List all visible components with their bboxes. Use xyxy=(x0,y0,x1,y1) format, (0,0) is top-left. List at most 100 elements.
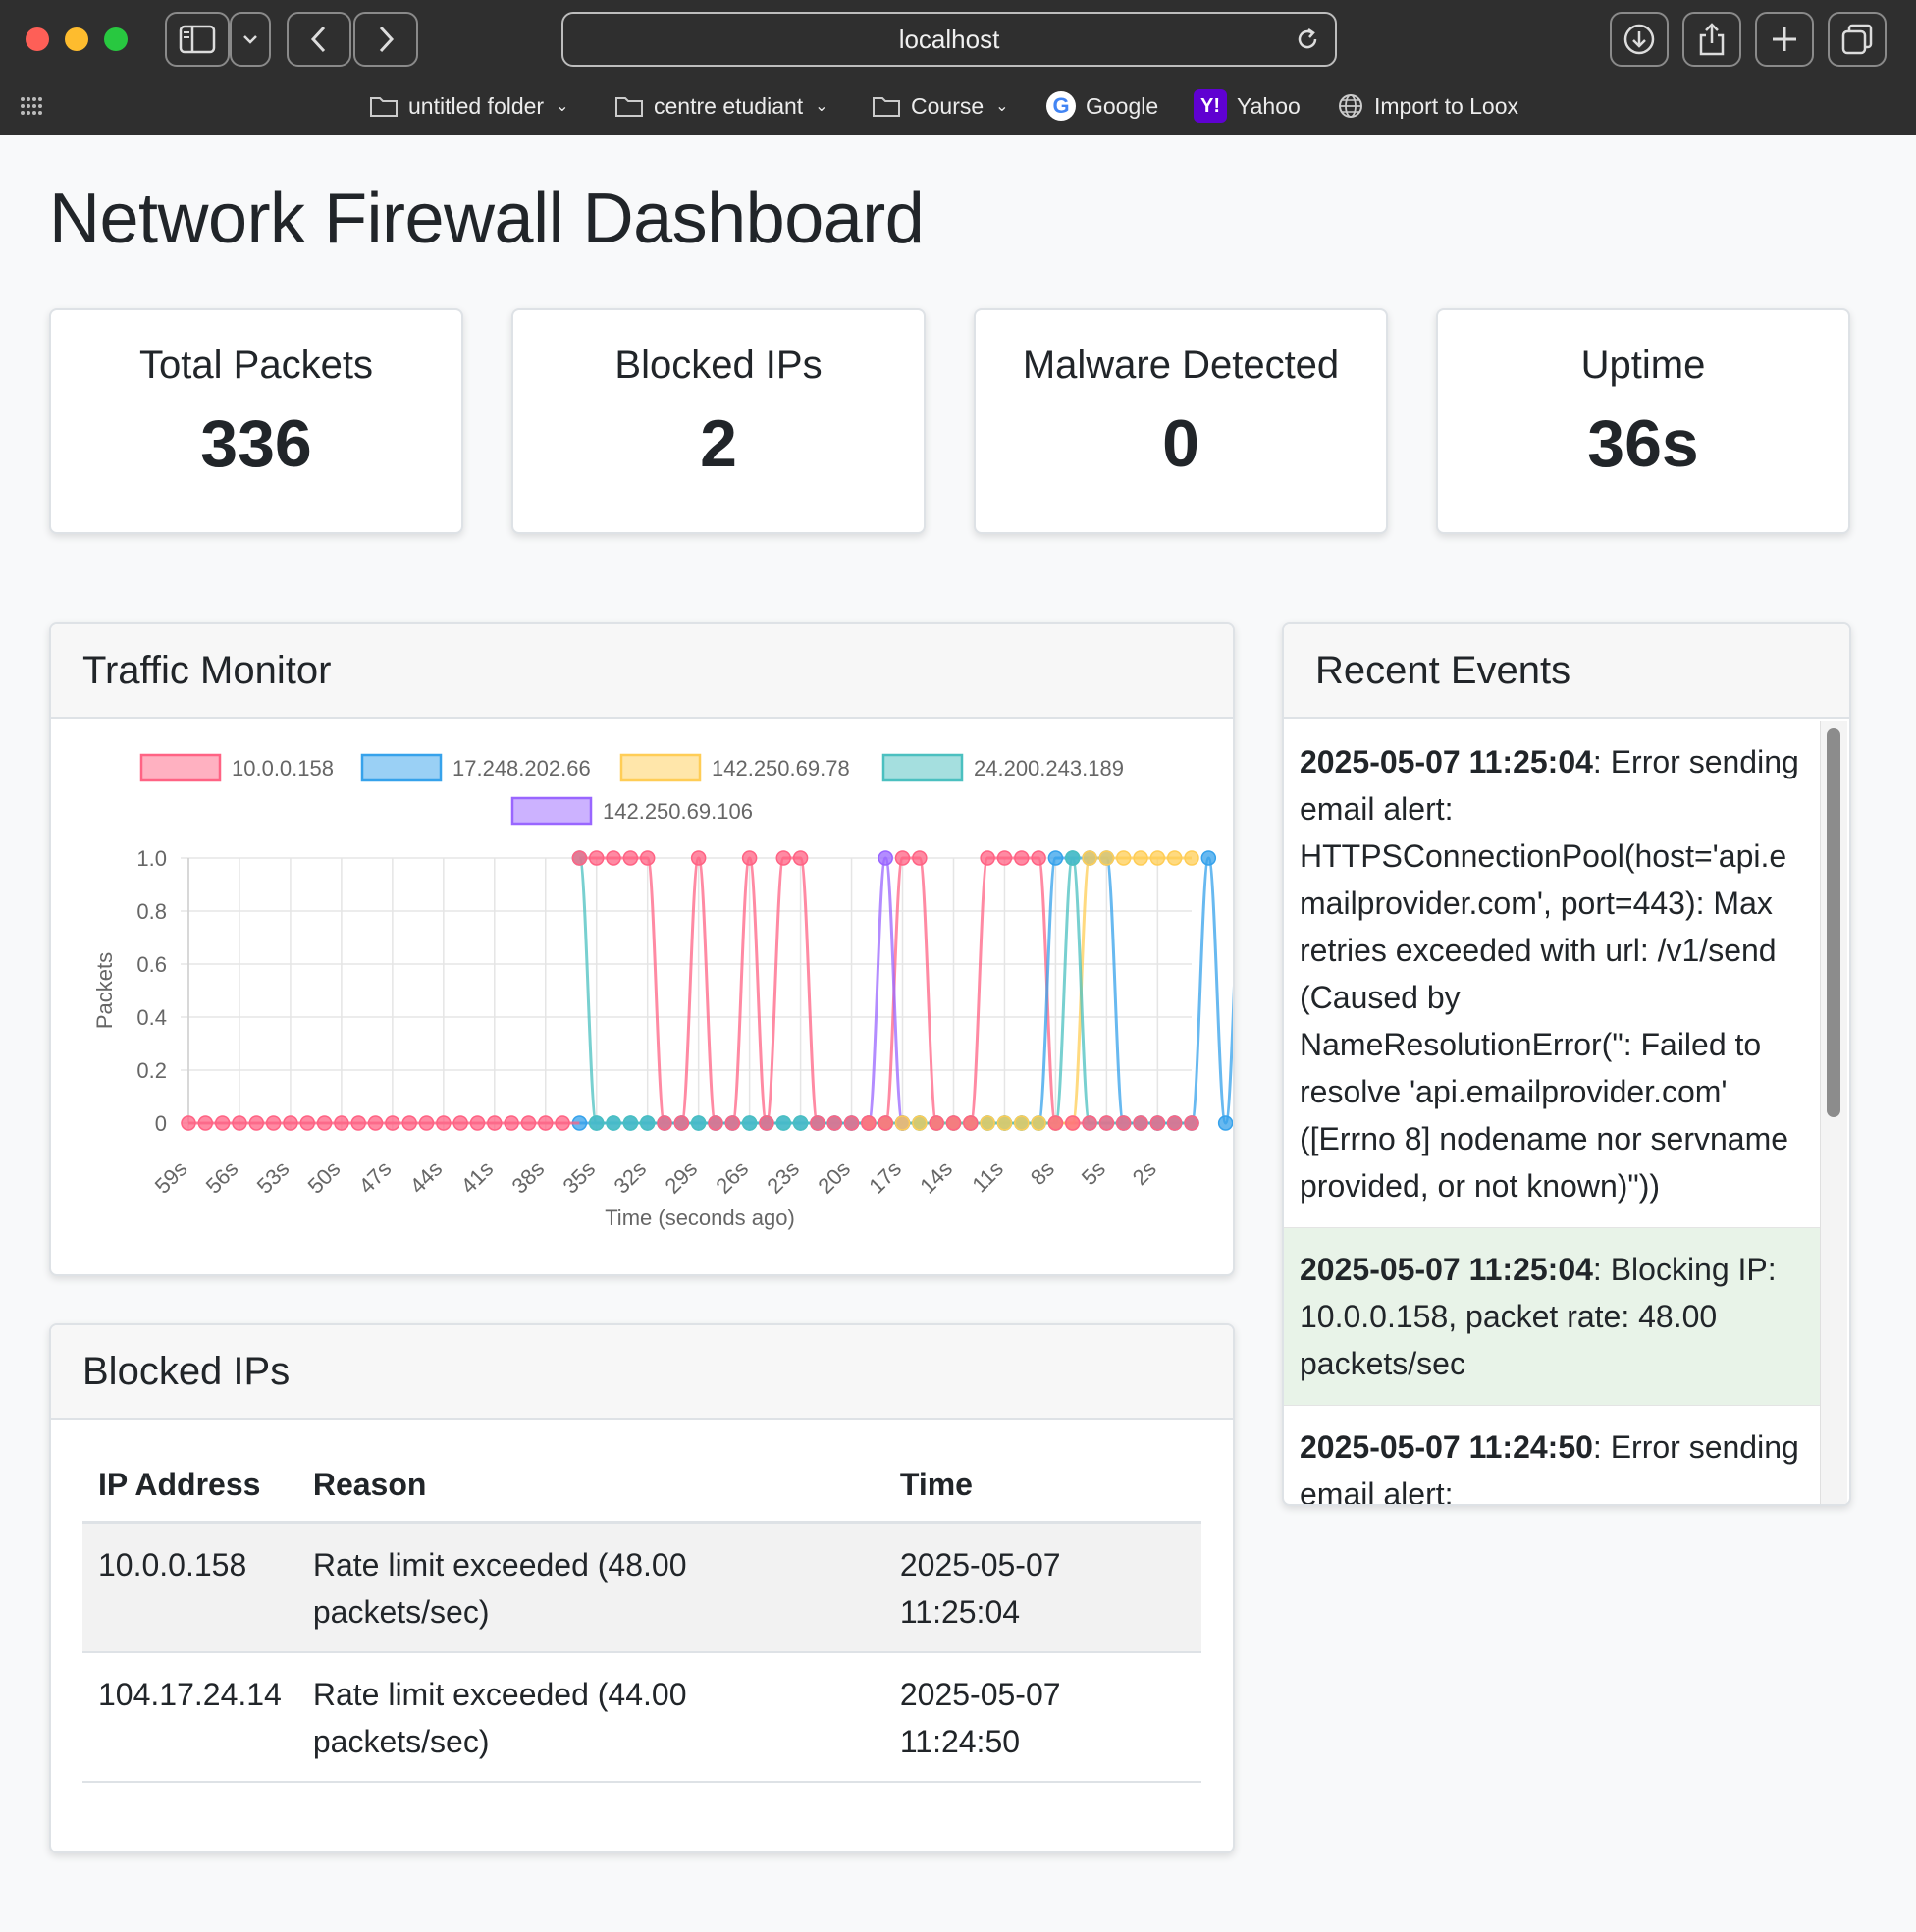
y-axis-title: Packets xyxy=(92,952,117,1029)
legend-label: 142.250.69.106 xyxy=(603,799,753,824)
event-message: : Error sending email alert: HTTPSConnec… xyxy=(1300,744,1799,1204)
data-point xyxy=(1184,1115,1199,1131)
column-header-reason: Reason xyxy=(296,1447,884,1524)
sidebar-icon xyxy=(179,25,216,54)
bookmarks-bar: untitled folder ⌄ centre etudiant ⌄ Course… xyxy=(0,86,1916,126)
cell-time: 2025-05-07 11:25:04 xyxy=(883,1522,1201,1653)
data-point xyxy=(980,850,995,866)
bookmark-centre-etudiant[interactable]: centre etudiant ⌄ xyxy=(614,86,828,126)
chevron-right-icon xyxy=(379,26,395,53)
column-header-time: Time xyxy=(883,1447,1201,1524)
sidebar-toggle-button[interactable] xyxy=(165,12,230,67)
folder-icon xyxy=(873,97,900,117)
data-point xyxy=(894,1115,911,1131)
cell-ip: 104.17.24.14 xyxy=(82,1652,297,1783)
globe-icon xyxy=(1339,94,1362,118)
x-tick-label: 32s xyxy=(609,1156,651,1199)
x-tick-label: 44s xyxy=(405,1156,448,1199)
data-point xyxy=(1064,850,1081,866)
data-point xyxy=(996,850,1013,866)
x-tick-label: 23s xyxy=(762,1156,804,1199)
x-tick-label: 47s xyxy=(354,1156,397,1199)
data-point xyxy=(1217,1115,1233,1131)
downloads-button[interactable] xyxy=(1610,12,1669,67)
data-point xyxy=(861,1115,877,1131)
bookmark-yahoo[interactable]: Y! Yahoo xyxy=(1194,86,1301,126)
legend-swatch xyxy=(139,753,222,782)
data-point xyxy=(810,1115,825,1131)
address-bar[interactable]: localhost xyxy=(561,12,1337,67)
data-point xyxy=(657,1115,672,1131)
bookmark-google[interactable]: G Google xyxy=(1046,86,1158,126)
y-tick-label: 0.8 xyxy=(136,899,167,924)
stat-value: 2 xyxy=(700,406,737,481)
stat-value: 336 xyxy=(200,406,312,481)
blocked-ips-panel: Blocked IPs IP Address Reason Time 10.0.… xyxy=(49,1323,1235,1853)
reload-icon[interactable] xyxy=(1294,26,1321,53)
data-point xyxy=(724,1115,741,1131)
legend-label: 10.0.0.158 xyxy=(232,756,334,780)
x-tick-label: 38s xyxy=(507,1156,550,1199)
data-point xyxy=(1200,850,1217,866)
stat-label: Blocked IPs xyxy=(614,344,823,387)
sidebar-menu-button[interactable] xyxy=(230,12,271,67)
forward-button[interactable] xyxy=(353,12,418,67)
data-point xyxy=(622,850,639,866)
x-tick-label: 56s xyxy=(201,1156,243,1199)
data-point xyxy=(878,850,893,866)
data-point xyxy=(826,1115,842,1131)
chevron-down-icon: ⌄ xyxy=(815,98,828,115)
stat-card-malware-detected: Malware Detected 0 xyxy=(974,308,1388,534)
chevron-down-icon: ⌄ xyxy=(556,98,569,115)
data-point xyxy=(639,850,656,866)
legend-swatch xyxy=(881,753,964,782)
data-point xyxy=(963,1115,979,1131)
close-window-button[interactable] xyxy=(26,27,49,51)
events-scrollbar[interactable] xyxy=(1820,721,1847,1504)
minimize-window-button[interactable] xyxy=(65,27,88,51)
data-point xyxy=(775,850,792,866)
back-button[interactable] xyxy=(287,12,351,67)
data-point xyxy=(912,850,928,866)
browser-toolbar: localhost untitled folder ⌄ centre etudia… xyxy=(0,0,1916,135)
x-tick-label: 8s xyxy=(1026,1156,1059,1190)
data-point xyxy=(1115,1115,1132,1131)
apps-grid-icon[interactable] xyxy=(20,96,43,116)
share-icon xyxy=(1699,23,1725,56)
data-point xyxy=(1047,1115,1064,1131)
legend-label: 17.248.202.66 xyxy=(452,756,591,780)
scrollbar-thumb[interactable] xyxy=(1827,728,1840,1117)
bookmark-course[interactable]: Course ⌄ xyxy=(872,86,1009,126)
tab-overview-button[interactable] xyxy=(1828,12,1887,67)
stat-label: Malware Detected xyxy=(1022,344,1340,387)
data-point xyxy=(878,1115,893,1131)
recent-events-panel: Recent Events 2025-05-07 11:25:04: Error… xyxy=(1282,622,1851,1506)
bookmark-import-to-loox[interactable]: Import to Loox xyxy=(1337,86,1518,126)
panel-title: Recent Events xyxy=(1284,624,1849,719)
events-list[interactable]: 2025-05-07 11:25:04: Error sending email… xyxy=(1284,721,1849,1504)
window-controls xyxy=(26,27,128,51)
legend-label: 24.200.243.189 xyxy=(974,756,1124,780)
data-point xyxy=(690,1115,707,1131)
data-point xyxy=(673,1115,690,1131)
series-line xyxy=(579,856,1233,1125)
zoom-window-button[interactable] xyxy=(104,27,128,51)
x-tick-label: 29s xyxy=(660,1156,702,1199)
bookmark-untitled-folder[interactable]: untitled folder ⌄ xyxy=(369,86,569,126)
data-point xyxy=(1098,850,1115,866)
stat-card-uptime: Uptime 36s xyxy=(1436,308,1850,534)
chevron-down-icon: ⌄ xyxy=(995,98,1009,115)
stat-label: Uptime xyxy=(1580,344,1706,387)
legend-swatch xyxy=(360,753,443,782)
event-item: 2025-05-07 11:25:04: Blocking IP: 10.0.0… xyxy=(1284,1228,1820,1406)
share-button[interactable] xyxy=(1682,12,1741,67)
traffic-monitor-panel: Traffic Monitor 0 0.2 0.4 0.6 0.8 1.0 59s 56s 53… xyxy=(49,622,1235,1276)
stat-card-total-packets: Total Packets 336 xyxy=(49,308,463,534)
data-point xyxy=(1031,850,1046,866)
data-point xyxy=(606,1115,621,1131)
x-tick-label: 35s xyxy=(558,1156,600,1199)
new-tab-button[interactable] xyxy=(1755,12,1814,67)
traffic-chart-svg: 0 0.2 0.4 0.6 0.8 1.0 59s 56s 53s 50s 47s 44s 41s 38s… xyxy=(92,753,1233,1230)
data-point xyxy=(1098,1115,1115,1131)
stat-value: 0 xyxy=(1162,406,1199,481)
